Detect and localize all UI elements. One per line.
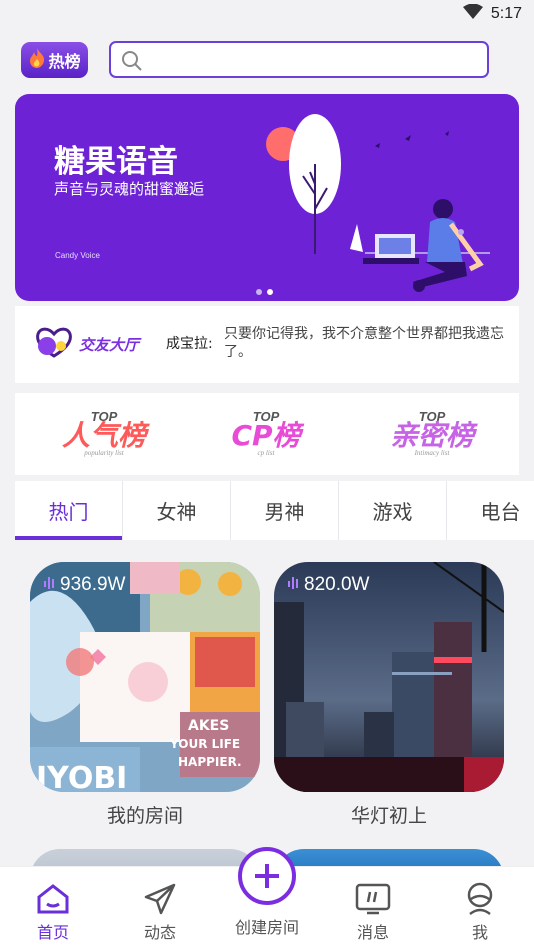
nav-create-room[interactable]: 创建房间: [226, 847, 308, 938]
room-hot-value: 936.9W: [60, 574, 126, 595]
bottom-navigation: 首页 动态 创建房间 消息 我: [0, 847, 534, 949]
room-name: 我的房间: [106, 805, 183, 827]
svg-text:AKES: AKES: [188, 718, 229, 734]
nav-home-label: 首页: [36, 923, 69, 942]
flame-icon: [28, 47, 46, 73]
svg-text:YOUR LIFE: YOUR LIFE: [169, 737, 240, 751]
broadcast-message: 只要你记得我，我不介意整个世界都把我遗忘了。: [224, 326, 504, 360]
nav-feed[interactable]: 动态: [120, 879, 200, 943]
tab-god[interactable]: 男神: [231, 481, 339, 540]
status-bar: 5:17: [0, 0, 534, 30]
room-hot-count: 820.0W: [287, 574, 369, 596]
sound-wave-icon: [287, 574, 301, 596]
room-hot-count: 936.9W: [43, 574, 125, 596]
friend-hall-title: 交友大厅: [79, 335, 140, 354]
paper-plane-icon: [120, 879, 200, 919]
cp-rank-button[interactable]: TOP CP榜 cp list: [211, 410, 321, 457]
tab-goddess[interactable]: 女神: [123, 481, 231, 540]
banner-illustration: [266, 114, 490, 292]
room-cover: 820.0W: [274, 562, 504, 792]
search-input[interactable]: [109, 41, 489, 78]
active-tab-indicator: [15, 536, 122, 540]
nav-create-label: 创建房间: [234, 918, 299, 937]
popularity-rank-button[interactable]: TOP 人气榜 popularity list: [49, 410, 159, 457]
rank-subtitle: cp list: [257, 449, 275, 457]
promo-banner[interactable]: 糖果语音 声音与灵魂的甜蜜邂逅 Candy Voice: [15, 94, 519, 301]
nav-me[interactable]: 我: [440, 879, 520, 943]
wifi-icon: [462, 3, 483, 24]
profile-icon: [440, 879, 520, 919]
home-icon: [13, 879, 93, 919]
room-card[interactable]: 820.0W 华灯初上: [274, 562, 504, 828]
broadcast-speaker: 成宝拉:: [166, 336, 213, 352]
pager-dot-active[interactable]: [267, 289, 273, 295]
room-hot-value: 820.0W: [304, 574, 370, 595]
tab-hot[interactable]: 热门: [15, 481, 123, 540]
status-time: 5:17: [490, 5, 522, 22]
friend-hall-logo: 交友大厅: [35, 326, 139, 362]
intimacy-rank-button[interactable]: TOP 亲密榜 Intimacy list: [377, 410, 487, 457]
banner-brand: Candy Voice: [55, 251, 100, 260]
banner-pager: [256, 289, 273, 295]
heart-icon: [35, 326, 73, 362]
nav-messages[interactable]: 消息: [333, 879, 413, 943]
category-tabs: 热门 女神 男神 游戏 电台: [15, 481, 534, 540]
hot-list-button[interactable]: 热榜: [21, 42, 88, 78]
svg-text:HAPPIER.: HAPPIER.: [178, 755, 242, 769]
plus-icon: [238, 847, 296, 905]
nav-feed-label: 动态: [143, 923, 176, 942]
tab-games[interactable]: 游戏: [339, 481, 447, 540]
banner-title: 糖果语音: [54, 144, 178, 180]
pager-dot[interactable]: [256, 289, 262, 295]
hot-list-label: 热榜: [48, 52, 81, 71]
rank-title: CP榜: [231, 419, 301, 452]
nav-home[interactable]: 首页: [13, 879, 93, 943]
room-name: 华灯初上: [350, 805, 427, 827]
rank-title: 亲密榜: [389, 419, 474, 452]
message-icon: [333, 879, 413, 919]
room-card[interactable]: AKES YOUR LIFE HAPPIER. IYOBI 936.9W 我的房…: [30, 562, 260, 828]
nav-me-label: 我: [471, 923, 488, 942]
banner-subtitle: 声音与灵魂的甜蜜邂逅: [54, 180, 205, 198]
sound-wave-icon: [43, 574, 57, 596]
tab-radio[interactable]: 电台: [447, 481, 534, 540]
svg-text:IYOBI: IYOBI: [36, 761, 127, 792]
search-icon: [121, 50, 143, 76]
ranking-strip: TOP 人气榜 popularity list TOP CP榜 cp list …: [15, 393, 519, 475]
nav-messages-label: 消息: [356, 923, 389, 942]
friend-hall-bar[interactable]: 交友大厅 成宝拉: 只要你记得我，我不介意整个世界都把我遗忘了。: [15, 306, 519, 383]
rank-title: 人气榜: [61, 419, 146, 452]
room-cover: AKES YOUR LIFE HAPPIER. IYOBI 936.9W: [30, 562, 260, 792]
